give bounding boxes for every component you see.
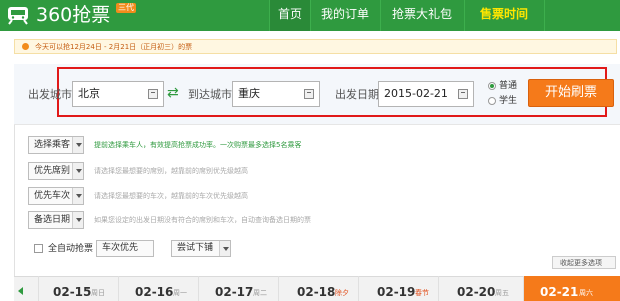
date-tab-holiday: 除夕	[335, 289, 349, 297]
passenger-hint: 提前选择乘车人，有效提高抢票成功率。一次购票最多选择5名乘客	[94, 141, 302, 149]
ticket-type-student-radio[interactable]	[488, 97, 496, 105]
ticket-type-student-label: 学生	[499, 96, 518, 106]
train-priority-value: 车次优先	[102, 243, 139, 253]
chevron-down-icon	[219, 241, 230, 256]
preferred-seat-label: 优先席别	[34, 166, 71, 176]
logo-text[interactable]: 360抢票	[36, 3, 110, 27]
notice-bar: 今天可以抢12月24日 - 2月21日（正月初三）的票	[14, 39, 617, 54]
date-tab-weekday: 周一	[173, 289, 187, 297]
seat-hint: 请选择您最想要的席别，越靠前的席别优先级越高	[94, 167, 248, 175]
date-tab-holiday: 春节	[415, 289, 429, 297]
from-city-input[interactable]: 北京	[72, 81, 164, 107]
top-header: 360抢票 三代 首页 我的订单 抢票大礼包 售票时间	[0, 0, 620, 31]
chevron-down-icon	[72, 212, 83, 228]
ticket-type-normal-label: 普通	[499, 81, 518, 91]
date-tab[interactable]: 02-19 春节	[358, 276, 437, 301]
prev-dates-arrow-icon[interactable]	[18, 287, 23, 295]
chevron-down-icon	[72, 188, 83, 204]
backup-date-hint: 如果您设定的出发日期没有符合的席别和车次，自动查询备选日期的票	[94, 216, 311, 224]
notice-text: 今天可以抢12月24日 - 2月21日（正月初三）的票	[35, 43, 193, 51]
preferred-train-label: 优先车次	[34, 191, 71, 201]
date-tab-date: 02-17	[215, 285, 254, 299]
preferred-seat-button[interactable]: 优先席别	[28, 162, 84, 180]
nav-home[interactable]: 首页	[270, 0, 310, 31]
from-city-label: 出发城市	[28, 88, 72, 101]
depart-date-label: 出发日期	[335, 88, 379, 101]
date-tab-date: 02-20	[457, 285, 496, 299]
version-badge: 三代	[116, 3, 136, 13]
depart-date-input[interactable]: 2015-02-21	[378, 81, 474, 107]
nav-sale-time[interactable]: 售票时间	[465, 0, 543, 31]
auto-grab-label: 全自动抢票	[48, 244, 94, 254]
date-tab-weekday: 周二	[253, 289, 267, 297]
date-tab[interactable]: 02-15 周日	[38, 276, 117, 301]
city-picker-icon[interactable]	[148, 89, 158, 99]
select-passenger-label: 选择乘客	[34, 140, 71, 150]
ticket-type-normal-radio[interactable]	[488, 82, 496, 90]
nav-divider	[544, 0, 545, 31]
date-tab-date: 02-18	[297, 285, 336, 299]
start-refresh-button[interactable]: 开始刷票	[528, 79, 614, 107]
backup-date-label: 备选日期	[34, 215, 71, 225]
train-priority-select[interactable]: 车次优先	[96, 240, 154, 257]
date-tab-weekday: 周五	[495, 289, 509, 297]
train-logo-icon	[8, 7, 28, 25]
to-city-value: 重庆	[238, 87, 260, 100]
date-tab-weekday: 周六	[579, 289, 593, 297]
date-tab-date: 02-21	[540, 285, 579, 299]
train-hint: 请选择您最想要的车次，越靠前的车次优先级越高	[94, 192, 248, 200]
to-city-input[interactable]: 重庆	[232, 81, 320, 107]
collapse-options-link[interactable]: 收起更多选项	[560, 258, 602, 268]
backup-date-button[interactable]: 备选日期	[28, 211, 84, 229]
from-city-value: 北京	[78, 87, 100, 100]
select-passenger-button[interactable]: 选择乘客	[28, 136, 84, 154]
nav-gift-pack[interactable]: 抢票大礼包	[381, 0, 463, 31]
notice-icon	[22, 43, 29, 50]
city-picker-icon[interactable]	[304, 89, 314, 99]
chevron-down-icon	[72, 163, 83, 179]
depart-date-value: 2015-02-21	[384, 87, 448, 100]
date-tab[interactable]: 02-16 周一	[118, 276, 197, 301]
date-tab[interactable]: 02-18 除夕	[278, 276, 357, 301]
auto-grab-checkbox[interactable]	[34, 244, 43, 253]
swap-cities-icon[interactable]: ⇄	[167, 86, 179, 100]
date-tab-date: 02-15	[53, 285, 92, 299]
chevron-down-icon	[72, 137, 83, 153]
date-tab[interactable]: 02-17 周二	[198, 276, 277, 301]
lower-berth-select[interactable]: 尝试下铺	[171, 240, 231, 257]
date-tab-date: 02-19	[377, 285, 416, 299]
date-tab-weekday: 周日	[91, 289, 105, 297]
to-city-label: 到达城市	[188, 88, 232, 101]
calendar-icon[interactable]	[458, 89, 468, 99]
preferred-train-button[interactable]: 优先车次	[28, 187, 84, 205]
date-tab-date: 02-16	[135, 285, 174, 299]
date-tab-active[interactable]: 02-21 周六	[523, 276, 620, 301]
date-tab[interactable]: 02-20 周五	[438, 276, 517, 301]
lower-berth-value: 尝试下铺	[177, 243, 214, 253]
nav-my-orders[interactable]: 我的订单	[311, 0, 379, 31]
